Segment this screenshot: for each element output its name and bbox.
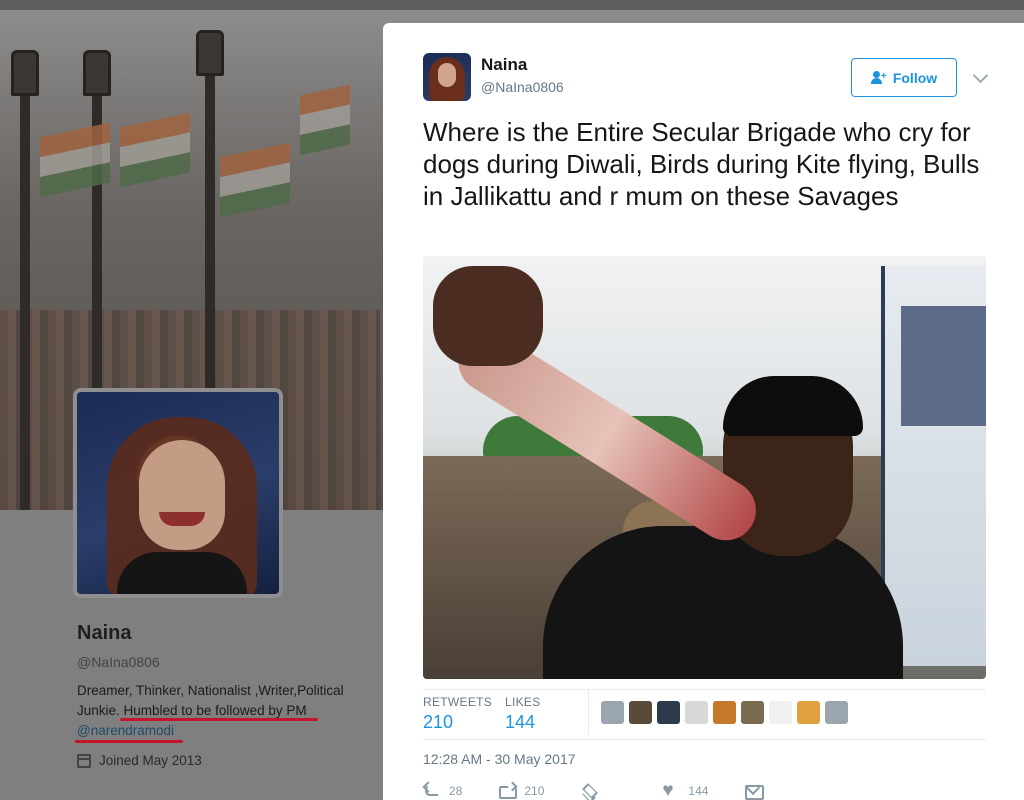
banner-flag [220, 142, 290, 218]
direct-message-icon [744, 783, 765, 800]
liker-avatar[interactable] [797, 701, 820, 724]
reply-action[interactable]: 28 [423, 783, 462, 799]
photo-bus-window [901, 306, 986, 426]
chevron-down-icon[interactable] [972, 67, 989, 84]
likes-stat[interactable]: LIKES 144 [505, 695, 541, 733]
banner-flag [120, 112, 190, 188]
banner-lamp [11, 50, 39, 96]
avatar-shoulders [117, 552, 247, 594]
banner-flag [300, 84, 350, 156]
avatar-smile [159, 512, 205, 526]
profile-joined: Joined May 2013 [77, 753, 202, 768]
liker-avatar[interactable] [769, 701, 792, 724]
stat-separator [588, 689, 589, 735]
profile-name: Naina [77, 622, 132, 644]
liker-avatar[interactable] [713, 701, 736, 724]
banner-lamp [83, 50, 111, 96]
photo-man-body [543, 526, 903, 679]
banner-lamp-post [20, 70, 30, 510]
tweet-author-handle[interactable]: @NaIna0806 [481, 79, 564, 95]
joined-text: Joined May 2013 [99, 753, 202, 768]
browser-top-strip [0, 0, 1024, 10]
tweet-text: Where is the Entire Secular Brigade who … [423, 117, 980, 211]
divider [423, 739, 986, 740]
reply-count: 28 [449, 784, 463, 798]
liker-avatar[interactable] [825, 701, 848, 724]
follow-button[interactable]: + Follow [851, 58, 957, 97]
annotation-underline [120, 718, 318, 721]
retweet-icon [498, 783, 518, 799]
tweet-photo[interactable] [423, 256, 986, 679]
tweet-timestamp[interactable]: 12:28 AM - 30 May 2017 [423, 751, 576, 767]
avatar-face [139, 440, 225, 550]
liker-avatar[interactable] [685, 701, 708, 724]
photo-man-hair [723, 376, 863, 436]
layers-icon [580, 783, 598, 799]
reply-icon [423, 783, 441, 799]
heart-icon [662, 780, 680, 800]
tweet-author-avatar[interactable] [423, 53, 471, 101]
tweet-actions: 28 210 144 [423, 780, 798, 800]
bio-mention-link[interactable]: @narendramodi [77, 723, 174, 738]
follow-user-icon: + [870, 70, 887, 85]
annotation-underline [75, 740, 183, 743]
photo-fist [433, 266, 543, 366]
retweets-stat[interactable]: RETWEETS 210 [423, 695, 492, 733]
retweet-count: 210 [524, 784, 545, 798]
divider [423, 689, 986, 690]
like-count: 144 [688, 784, 709, 798]
likes-label: LIKES [505, 695, 541, 709]
more-action[interactable] [580, 783, 598, 799]
message-action[interactable] [744, 783, 765, 800]
liker-avatar[interactable] [629, 701, 652, 724]
liker-avatar[interactable] [601, 701, 624, 724]
retweet-action[interactable]: 210 [498, 783, 544, 799]
profile-handle: @NaIna0806 [77, 654, 160, 670]
tweet-author-name[interactable]: Naina [481, 55, 527, 75]
profile-bio: Dreamer, Thinker, Nationalist ,Writer,Po… [77, 681, 377, 741]
liker-avatar[interactable] [657, 701, 680, 724]
profile-avatar[interactable] [73, 388, 283, 598]
retweets-count: 210 [423, 712, 454, 732]
avatar-face [438, 63, 456, 87]
like-action[interactable]: 144 [662, 780, 709, 800]
banner-lamp [196, 30, 224, 76]
likes-count: 144 [505, 712, 536, 732]
liker-avatars [601, 701, 848, 724]
retweets-label: RETWEETS [423, 695, 493, 709]
tweet-modal: Naina @NaIna0806 + Follow Where is the E… [383, 23, 1024, 800]
calendar-icon [77, 753, 91, 768]
follow-label: Follow [892, 69, 938, 86]
liker-avatar[interactable] [741, 701, 764, 724]
bio-humbled-text: Humbled to be followed by PM [123, 703, 307, 718]
